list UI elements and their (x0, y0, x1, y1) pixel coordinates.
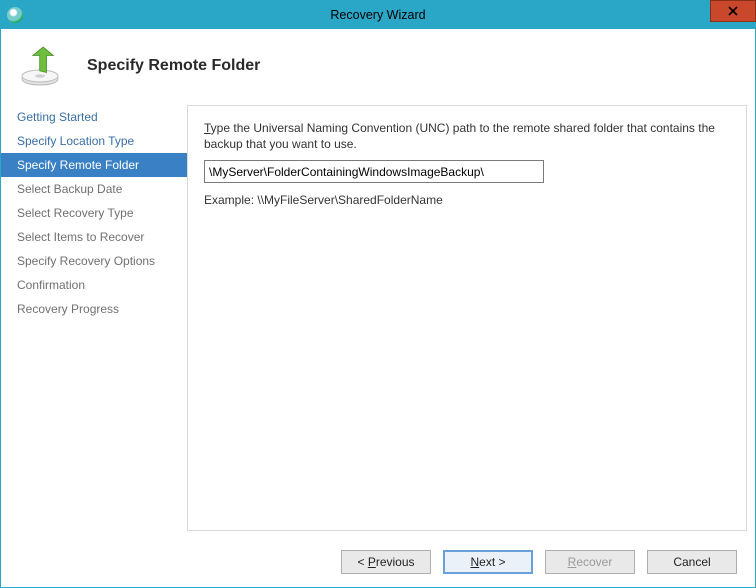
steps-sidebar: Getting Started Specify Location Type Sp… (1, 99, 187, 537)
unc-path-input[interactable] (204, 160, 544, 183)
recovery-icon (19, 43, 65, 92)
close-icon (728, 6, 738, 16)
step-specify-location-type[interactable]: Specify Location Type (1, 129, 187, 153)
app-icon (7, 7, 23, 23)
wizard-header: Specify Remote Folder (1, 29, 755, 99)
step-recovery-progress: Recovery Progress (1, 297, 187, 321)
next-button[interactable]: Next > (443, 550, 533, 574)
recover-button: Recover (545, 550, 635, 574)
window-title: Recovery Wizard (1, 8, 755, 22)
step-select-recovery-type: Select Recovery Type (1, 201, 187, 225)
example-text: Example: \\MyFileServer\SharedFolderName (204, 193, 730, 207)
step-getting-started[interactable]: Getting Started (1, 105, 187, 129)
previous-button[interactable]: < Previous (341, 550, 431, 574)
page-title: Specify Remote Folder (87, 57, 260, 75)
step-specify-remote-folder: Specify Remote Folder (1, 153, 187, 177)
step-select-backup-date: Select Backup Date (1, 177, 187, 201)
content-panel: Type the Universal Naming Convention (UN… (187, 105, 747, 531)
close-button[interactable] (710, 0, 756, 22)
titlebar: Recovery Wizard (1, 1, 755, 29)
wizard-body: Getting Started Specify Location Type Sp… (1, 99, 755, 537)
recovery-wizard-window: Recovery Wizard Specify Remote Folder Ge… (0, 0, 756, 588)
instruction-text: Type the Universal Naming Convention (UN… (204, 120, 730, 152)
wizard-footer: < Previous Next > Recover Cancel (1, 537, 755, 587)
cancel-button[interactable]: Cancel (647, 550, 737, 574)
instruction-mnemonic: T (204, 121, 211, 135)
step-specify-recovery-options: Specify Recovery Options (1, 249, 187, 273)
step-confirmation: Confirmation (1, 273, 187, 297)
step-select-items-to-recover: Select Items to Recover (1, 225, 187, 249)
